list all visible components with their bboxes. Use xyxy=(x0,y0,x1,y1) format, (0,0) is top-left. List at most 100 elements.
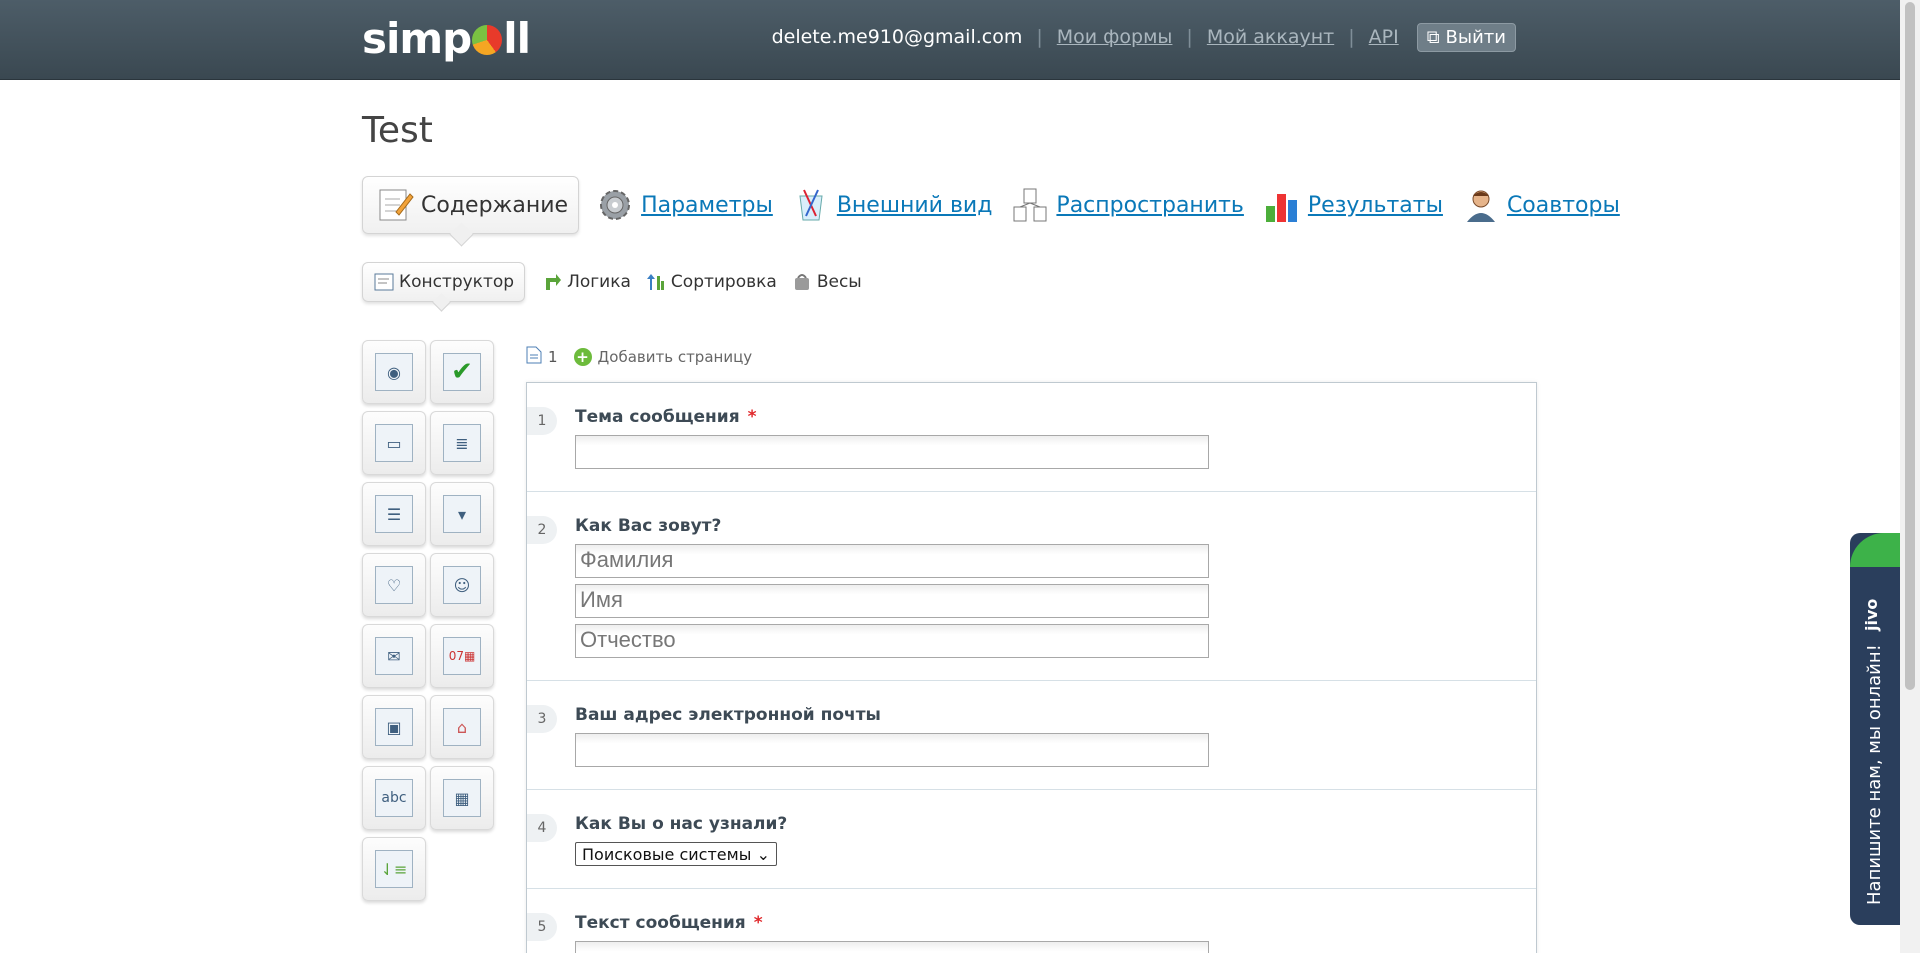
page-number[interactable]: 1 xyxy=(548,348,558,366)
user-email: delete.me910@gmail.com xyxy=(771,26,1023,48)
header-nav: delete.me910@gmail.com | Мои формы | Мой… xyxy=(772,22,1516,52)
question-2[interactable]: 2 Как Вас зовут? Фамилия Имя Отчество xyxy=(527,492,1536,681)
question-5[interactable]: 5 Текст сообщения * xyxy=(527,889,1536,953)
edit-form-icon xyxy=(375,185,415,225)
question-4[interactable]: 4 Как Вы о нас узнали? Поисковые системы… xyxy=(527,790,1536,889)
chat-message: Напишите нам, мы онлайн! xyxy=(1864,644,1885,905)
tool-calendar[interactable]: 07▦ xyxy=(430,624,494,688)
message-input[interactable] xyxy=(575,941,1209,953)
paint-icon xyxy=(791,185,831,225)
chat-widget[interactable]: jivo Напишите нам, мы онлайн! xyxy=(1850,533,1900,925)
tab-coauthors[interactable]: Соавторы xyxy=(1461,185,1620,225)
logo-pie-icon xyxy=(472,25,503,55)
page-icon xyxy=(526,346,542,368)
question-title: Текст сообщения xyxy=(575,913,746,933)
calendar-icon: 07▦ xyxy=(443,637,481,675)
tool-rating[interactable]: ♡ xyxy=(362,553,426,617)
chevron-down-icon: ⌄ xyxy=(756,844,770,864)
text-icon: abc xyxy=(375,779,413,817)
logout-button[interactable]: ⧉ Выйти xyxy=(1416,22,1516,52)
required-mark: * xyxy=(753,913,763,933)
user-icon xyxy=(1461,185,1501,225)
plus-icon: + xyxy=(573,348,592,366)
save-icon: ▣ xyxy=(375,708,413,746)
main-tabs: Содержание Параметры Внешний вид Распрос… xyxy=(362,175,1638,235)
question-title: Как Вас зовут? xyxy=(575,516,722,536)
radio-icon: ◉ xyxy=(375,353,413,391)
top-bar: simp ll delete.me910@gmail.com | Мои форм… xyxy=(0,0,1900,80)
gear-icon xyxy=(595,185,635,225)
subject-input[interactable] xyxy=(575,435,1209,469)
weight-icon xyxy=(791,271,813,293)
question-title: Ваш адрес электронной почты xyxy=(575,705,881,725)
page-title: Test xyxy=(362,110,433,151)
form-canvas: 1 Тема сообщения * 2 Как Вас зовут? Фамил… xyxy=(526,382,1537,953)
tool-save[interactable]: ▣ xyxy=(362,695,426,759)
tool-address[interactable]: ⌂ xyxy=(430,695,494,759)
external-link-icon: ⧉ xyxy=(1426,26,1440,48)
my-forms-link[interactable]: Мои формы xyxy=(1057,26,1173,48)
subtab-weights[interactable]: Весы xyxy=(791,271,862,293)
question-title: Как Вы о нас узнали? xyxy=(575,814,788,834)
address-icon: ⌂ xyxy=(443,708,481,746)
tool-text-field[interactable]: ▭ xyxy=(362,411,426,475)
api-link[interactable]: API xyxy=(1369,26,1399,48)
tool-sort[interactable]: ⇃≡ xyxy=(362,837,426,901)
question-title: Тема сообщения xyxy=(575,407,740,427)
sub-tabs: Конструктор Логика Сортировка Весы xyxy=(362,262,876,302)
text-field-icon: ▭ xyxy=(375,424,413,462)
email-input[interactable] xyxy=(575,733,1209,767)
email-icon: ✉ xyxy=(375,637,413,675)
question-number: 1 xyxy=(527,407,557,435)
tab-parameters[interactable]: Параметры xyxy=(595,185,773,225)
last-name-input[interactable]: Фамилия xyxy=(575,544,1209,578)
logo[interactable]: simp ll xyxy=(362,14,531,63)
dropdown-icon: ▾ xyxy=(443,495,481,533)
tab-content[interactable]: Содержание xyxy=(362,176,580,234)
question-number: 4 xyxy=(527,814,557,842)
logic-arrow-icon xyxy=(541,271,563,293)
question-number: 3 xyxy=(527,705,557,733)
tool-dropdown[interactable]: ▾ xyxy=(430,482,494,546)
subtab-logic[interactable]: Логика xyxy=(541,271,631,293)
tab-share[interactable]: Распространить xyxy=(1010,185,1244,225)
list-icon: ☰ xyxy=(375,495,413,533)
tool-radio[interactable]: ◉ xyxy=(362,340,426,404)
question-number: 2 xyxy=(527,516,557,544)
tool-checkbox[interactable]: ✔ xyxy=(430,340,494,404)
tool-email[interactable]: ✉ xyxy=(362,624,426,688)
question-1[interactable]: 1 Тема сообщения * xyxy=(527,383,1536,492)
share-icon xyxy=(1010,185,1050,225)
my-account-link[interactable]: Мой аккаунт xyxy=(1207,26,1334,48)
tool-text[interactable]: abc xyxy=(362,766,426,830)
tool-contact[interactable]: ☺ xyxy=(430,553,494,617)
middle-name-input[interactable]: Отчество xyxy=(575,624,1209,658)
text-area-icon: ≣ xyxy=(443,424,481,462)
contact-icon: ☺ xyxy=(443,566,481,604)
required-mark: * xyxy=(747,407,757,427)
subtab-sorting[interactable]: Сортировка xyxy=(645,271,777,293)
chat-brand: jivo xyxy=(1862,598,1881,631)
first-name-input[interactable]: Имя xyxy=(575,584,1209,618)
bar-chart-icon xyxy=(1262,185,1302,225)
sort-icon xyxy=(645,271,667,293)
add-page-button[interactable]: + Добавить страницу xyxy=(573,348,752,366)
form-builder-icon xyxy=(373,271,395,293)
source-select[interactable]: Поисковые системы ⌄ xyxy=(575,842,777,866)
leaf-icon xyxy=(1850,533,1900,567)
question-toolbox: ◉ ✔ ▭ ≣ ☰ ▾ ♡ ☺ ✉ 07▦ ▣ ⌂ abc ▦ ⇃≡ xyxy=(362,340,498,904)
scrollbar-thumb[interactable] xyxy=(1905,2,1915,690)
tool-list[interactable]: ☰ xyxy=(362,482,426,546)
tool-text-area[interactable]: ≣ xyxy=(430,411,494,475)
question-3[interactable]: 3 Ваш адрес электронной почты xyxy=(527,681,1536,790)
question-number: 5 xyxy=(527,913,557,941)
subtab-constructor[interactable]: Конструктор xyxy=(362,262,526,302)
page-bar: 1 + Добавить страницу xyxy=(526,346,752,368)
checkbox-icon: ✔ xyxy=(443,353,481,391)
tab-results[interactable]: Результаты xyxy=(1262,185,1443,225)
scrollbar[interactable] xyxy=(1900,0,1920,953)
rating-icon: ♡ xyxy=(375,566,413,604)
tool-grid[interactable]: ▦ xyxy=(430,766,494,830)
tab-appearance[interactable]: Внешний вид xyxy=(791,185,992,225)
grid-icon: ▦ xyxy=(443,779,481,817)
